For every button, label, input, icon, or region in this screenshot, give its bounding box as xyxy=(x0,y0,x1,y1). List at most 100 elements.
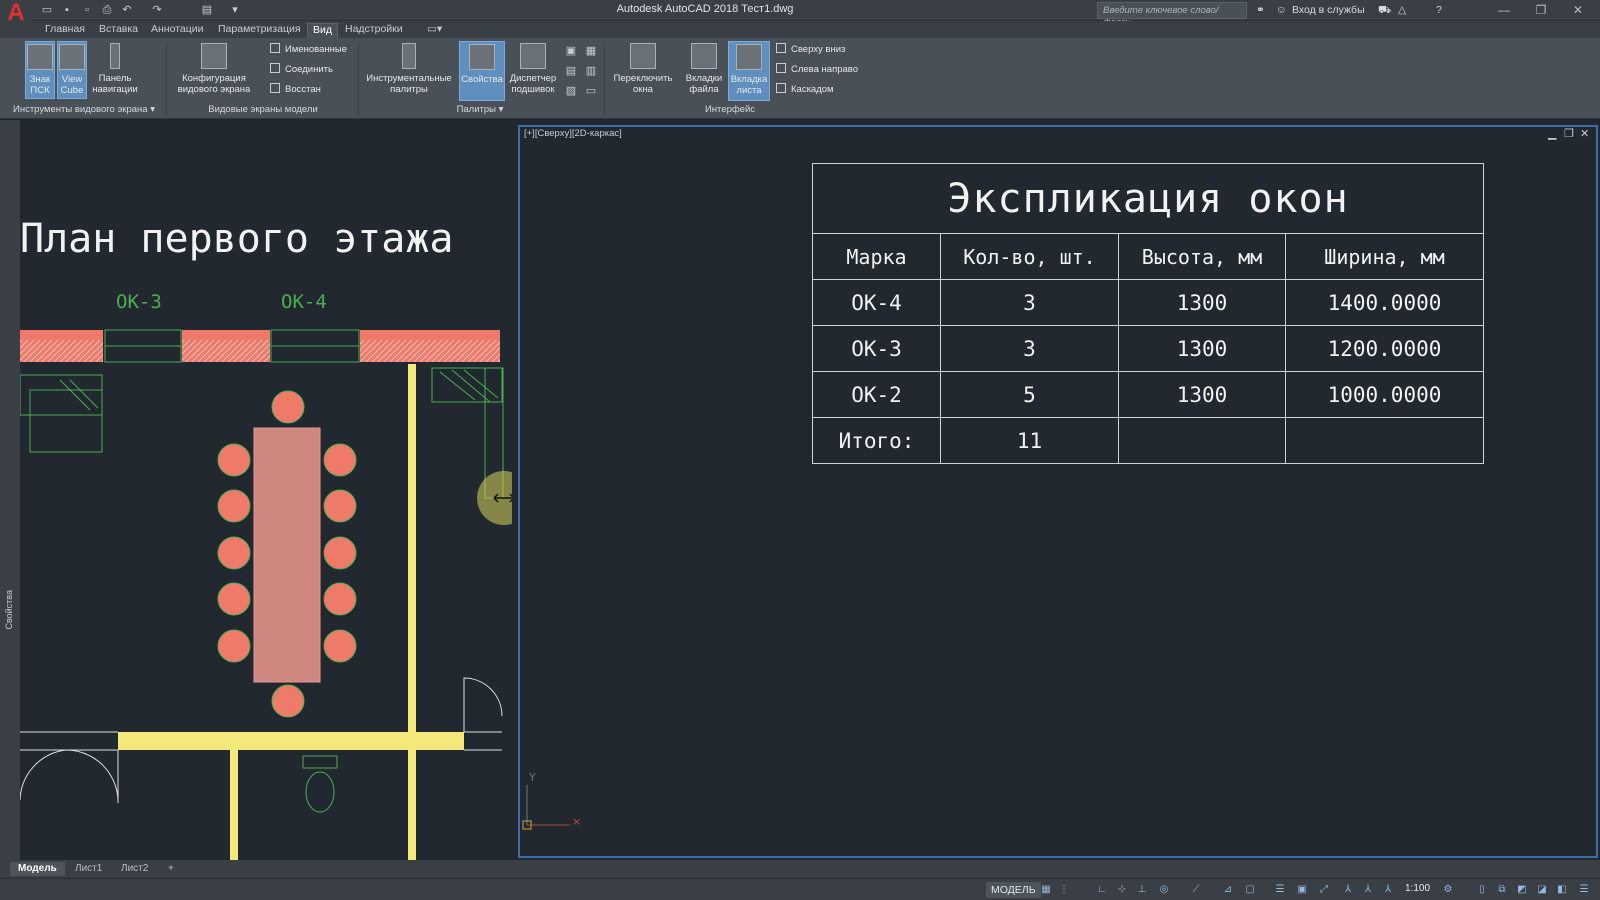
join-viewports-button[interactable]: Соединить xyxy=(270,63,333,77)
viewcube-button[interactable]: View Cube xyxy=(57,41,87,99)
command-line-icon[interactable]: ▭ xyxy=(584,84,598,98)
viewport-config-button[interactable]: Конфигурация видового экрана xyxy=(172,41,256,99)
designcenter-icon[interactable]: ▣ xyxy=(564,44,578,58)
cell: 11 xyxy=(940,417,1119,464)
layout-tabs-button[interactable]: Вкладка листа xyxy=(728,41,770,101)
clean-screen-icon[interactable]: ◩ xyxy=(1516,884,1528,896)
close-icon[interactable]: ✕ xyxy=(1568,2,1588,18)
undo-icon[interactable]: ↶ xyxy=(120,3,134,17)
osnap-icon[interactable]: ⟋ xyxy=(1190,884,1202,896)
redo-icon[interactable]: ↷ xyxy=(150,3,164,17)
dynamic-ucs-icon[interactable]: ⤢ xyxy=(1318,884,1330,896)
selection-cycling-icon[interactable]: ☰ xyxy=(1274,884,1286,896)
tab-extra-icon[interactable]: ▭▾ xyxy=(422,23,447,38)
tab-layout1[interactable]: Лист1 xyxy=(67,862,110,876)
cascade-button[interactable]: Каскадом xyxy=(776,83,834,97)
annotation-scale-value[interactable]: 1:100 xyxy=(1405,883,1430,894)
tile-vertical-icon xyxy=(776,63,786,73)
grid-icon[interactable]: ▦ xyxy=(1040,884,1052,896)
customization-menu-icon[interactable]: ☰ xyxy=(1578,884,1590,896)
print-icon[interactable]: ⎙ xyxy=(100,3,114,17)
named-viewports-button[interactable]: Именованные xyxy=(270,43,347,57)
viewport-config-label: Конфигурация видового экрана xyxy=(177,73,251,95)
floor-plan-drawing[interactable]: План первого этажа ОК-3 ОК-4 xyxy=(20,120,512,860)
sheetset-button[interactable]: Диспетчер подшивок xyxy=(507,41,559,99)
qat-dropdown-icon[interactable]: ▾ xyxy=(228,3,242,17)
tab-view[interactable]: Вид xyxy=(307,23,338,38)
snap-icon[interactable]: ⋮ xyxy=(1058,884,1070,896)
a360-icon[interactable]: △ xyxy=(1398,4,1406,16)
tab-annotate[interactable]: Аннотации xyxy=(146,23,209,38)
properties-palette-strip[interactable]: Свойства xyxy=(0,120,20,860)
open-icon[interactable]: ▭ xyxy=(40,3,54,17)
join-icon xyxy=(270,63,280,73)
navbar-button[interactable]: Панель навигации xyxy=(89,41,141,99)
object-snap-tracking-icon[interactable]: ◎ xyxy=(1158,884,1170,896)
tab-insert[interactable]: Вставка xyxy=(94,23,143,38)
add-layout-button[interactable]: + xyxy=(160,862,182,876)
restore-viewports-button[interactable]: Восстан xyxy=(270,83,321,97)
model-space-button[interactable]: МОДЕЛЬ xyxy=(986,882,1041,898)
save-icon[interactable]: ▪ xyxy=(60,3,74,17)
restore-icon[interactable]: ❐ xyxy=(1531,2,1551,18)
panel-divider xyxy=(166,42,167,116)
cell: ОК-2 xyxy=(812,371,941,418)
annotation-visibility-icon[interactable]: ⅄ xyxy=(1342,884,1354,896)
tab-home[interactable]: Главная xyxy=(40,23,90,38)
tab-parametric[interactable]: Параметризация xyxy=(213,23,306,38)
binoculars-icon[interactable]: ⚭ xyxy=(1256,4,1265,16)
tool-palettes-button[interactable]: Инструментальные палитры xyxy=(362,41,456,99)
layout-tabs-icon xyxy=(736,44,762,70)
cart-icon[interactable]: ⛟ xyxy=(1378,4,1391,18)
ucs-icon-button[interactable]: Знак ПСК xyxy=(25,41,55,99)
layers-icon[interactable]: ▦ xyxy=(584,44,598,58)
auto-scale-icon[interactable]: ⅄ xyxy=(1362,884,1374,896)
lineweight-icon[interactable]: ⊿ xyxy=(1222,884,1234,896)
transparency-icon[interactable]: ▢ xyxy=(1244,884,1256,896)
plot-icon[interactable]: ▤ xyxy=(200,3,214,17)
tab-addins[interactable]: Надстройки xyxy=(340,23,408,38)
panel-title-viewport-tools[interactable]: Инструменты видового экрана ▾ xyxy=(5,104,163,115)
right-viewport[interactable]: [+][Сверху][2D-каркас] ▁ ❐ ✕ Экспликация… xyxy=(518,125,1598,858)
tile-horizontal-button[interactable]: Сверху вниз xyxy=(776,43,845,57)
viewport-controls-label[interactable]: [+][Сверху][2D-каркас] xyxy=(524,128,622,139)
tab-model[interactable]: Модель xyxy=(10,862,65,876)
units-icon[interactable]: ◪ xyxy=(1536,884,1548,896)
polar-icon[interactable]: ⊹ xyxy=(1116,884,1128,896)
isodraft-icon[interactable]: ⊥ xyxy=(1136,884,1148,896)
saveas-icon[interactable]: ▫ xyxy=(80,3,94,17)
left-viewport[interactable]: План первого этажа ОК-3 ОК-4 xyxy=(20,120,512,860)
search-input[interactable]: Введите ключевое слово/фразу xyxy=(1097,2,1247,28)
ucs-axis-icon: Y × xyxy=(522,771,581,830)
xref-icon[interactable]: ▧ xyxy=(564,84,578,98)
workspace-gear-icon[interactable]: ⚙ xyxy=(1442,884,1454,896)
switch-windows-button[interactable]: Переключить окна xyxy=(610,41,676,99)
viewport-close-icon[interactable]: ✕ xyxy=(1580,127,1589,140)
ortho-icon[interactable]: ∟ xyxy=(1096,884,1108,896)
viewport-restore-icon[interactable]: ❐ xyxy=(1564,127,1574,140)
user-icon[interactable]: ☺ xyxy=(1276,4,1287,16)
quick-properties-icon[interactable]: ◧ xyxy=(1556,884,1568,896)
markup-icon[interactable]: ▤ xyxy=(564,64,578,78)
hardware-acceleration-icon[interactable]: ⧉ xyxy=(1496,884,1508,896)
file-tabs-button[interactable]: Вкладки файла xyxy=(682,41,726,99)
panel-title-model-viewports: Видовые экраны модели xyxy=(208,104,318,115)
annotation-scale-icon[interactable]: ⅄ xyxy=(1382,884,1394,896)
window-schedule-table[interactable]: Экспликация окон Марка Кол-во, шт. Высот… xyxy=(812,163,1484,464)
tab-layout2[interactable]: Лист2 xyxy=(113,862,156,876)
3d-osnap-icon[interactable]: ▣ xyxy=(1296,884,1308,896)
signin-link[interactable]: Вход в службы xyxy=(1292,4,1365,16)
help-icon[interactable]: ? xyxy=(1436,4,1442,16)
cell: Итого: xyxy=(812,417,941,464)
panel-title-palettes[interactable]: Палитры ▾ xyxy=(420,104,540,115)
minimize-icon[interactable]: — xyxy=(1494,2,1514,18)
properties-button[interactable]: Свойства xyxy=(459,41,505,101)
viewport-minimize-icon[interactable]: ▁ xyxy=(1548,127,1556,140)
calculator-icon[interactable]: ▥ xyxy=(584,64,598,78)
switch-windows-icon xyxy=(630,43,656,69)
cascade-icon xyxy=(776,83,786,93)
window-title: Autodesk AutoCAD 2018 Тест1.dwg xyxy=(616,3,794,15)
isolate-objects-icon[interactable]: ▯ xyxy=(1476,884,1488,896)
sheetset-label: Диспетчер подшивок xyxy=(509,73,557,95)
tile-vertical-button[interactable]: Слева направо xyxy=(776,63,858,77)
